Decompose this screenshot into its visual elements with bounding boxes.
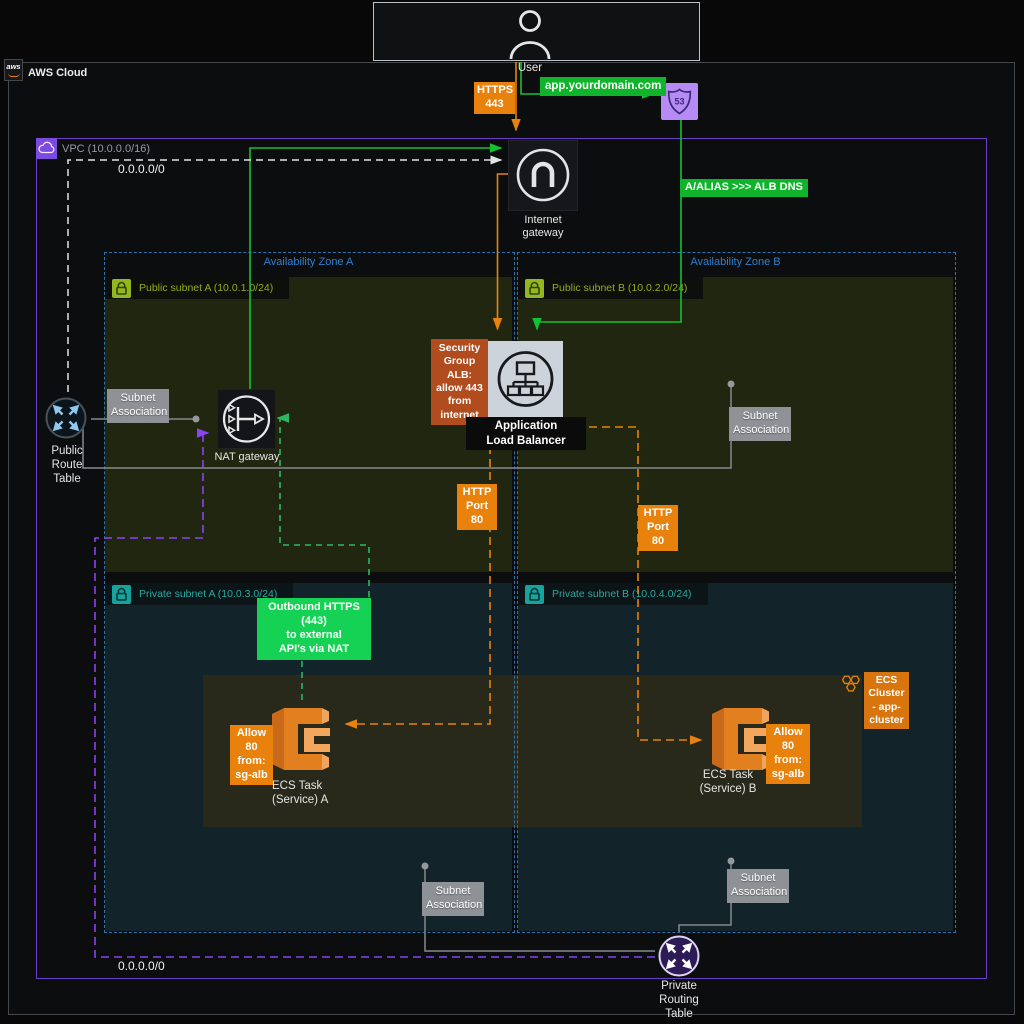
subnet-label-text: Private subnet B (10.0.4.0/24) (552, 588, 692, 600)
aws-cloud-label: AWS Cloud (28, 67, 87, 79)
ecs-cluster-label: ECS Cluster - app- cluster (864, 672, 909, 729)
private-subnet-b-label: Private subnet B (10.0.4.0/24) (518, 583, 708, 605)
internet-gateway-label: Internet gateway (503, 214, 583, 241)
private-routing-table-label: Private Routing Table (647, 979, 711, 1021)
subnet-association-label: Subnet Association (422, 882, 484, 916)
nat-gateway-icon (217, 389, 276, 449)
lock-icon (525, 585, 544, 604)
subnet-label-text: Public subnet A (10.0.1.0/24) (139, 282, 273, 294)
public-subnet-b-label: Public subnet B (10.0.2.0/24) (518, 277, 703, 299)
ecs-task-b-label: ECS Task (Service) B (688, 768, 768, 796)
route53-icon: 53 (661, 83, 698, 120)
https-443-label: HTTPS 443 (474, 82, 515, 114)
nat-gateway-label: NAT gateway (204, 451, 290, 464)
availability-zone-b-label: Availability Zone B (517, 256, 954, 268)
lock-icon (112, 279, 131, 298)
ecs-cluster-icon (838, 672, 863, 696)
diagram-canvas: aws AWS Cloud VPC (10.0.0.0/16) Availabi… (0, 0, 1024, 1024)
http-port-80-label-a: HTTP Port 80 (457, 484, 497, 530)
subnet-label-text: Public subnet B (10.0.2.0/24) (552, 282, 687, 294)
domain-label: app.yourdomain.com (540, 77, 666, 96)
aws-logo: aws (4, 59, 23, 81)
lock-icon (112, 585, 131, 604)
route-top-label: 0.0.0.0/0 (118, 162, 198, 177)
private-routing-table-icon (658, 935, 700, 977)
alias-record-label: A/ALIAS >>> ALB DNS (680, 179, 808, 197)
alb-icon (488, 341, 563, 418)
user-icon (508, 8, 552, 60)
internet-gateway-icon (508, 140, 578, 211)
outbound-https-label: Outbound HTTPS (443) to external API's v… (257, 598, 371, 660)
aws-logo-text: aws (5, 60, 22, 73)
aws-smile-icon (8, 73, 20, 77)
alb-security-group-label: Security Group ALB: allow 443 from inter… (431, 339, 488, 425)
vpc-icon (36, 138, 57, 159)
subnet-association-label: Subnet Association (729, 407, 791, 441)
user-label: User (510, 61, 550, 75)
subnet-association-label: Subnet Association (107, 389, 169, 423)
route-bottom-label: 0.0.0.0/0 (118, 959, 198, 974)
allow-80-label-b: Allow 80 from: sg-alb (766, 724, 810, 784)
alb-label: Application Load Balancer (466, 417, 586, 450)
public-route-table-icon (45, 397, 87, 439)
availability-zone-a-label: Availability Zone A (104, 256, 513, 268)
ecs-task-a-label: ECS Task (Service) A (271, 779, 362, 807)
subnet-association-label: Subnet Association (727, 869, 789, 903)
allow-80-label-a: Allow 80 from: sg-alb (230, 725, 273, 785)
vpc-label: VPC (10.0.0.0/16) (62, 143, 150, 155)
public-route-table-label: Public Route Table (38, 444, 96, 486)
public-subnet-a-label: Public subnet A (10.0.1.0/24) (105, 277, 289, 299)
http-port-80-label-b: HTTP Port 80 (638, 505, 678, 551)
route53-number: 53 (674, 97, 684, 107)
lock-icon (525, 279, 544, 298)
